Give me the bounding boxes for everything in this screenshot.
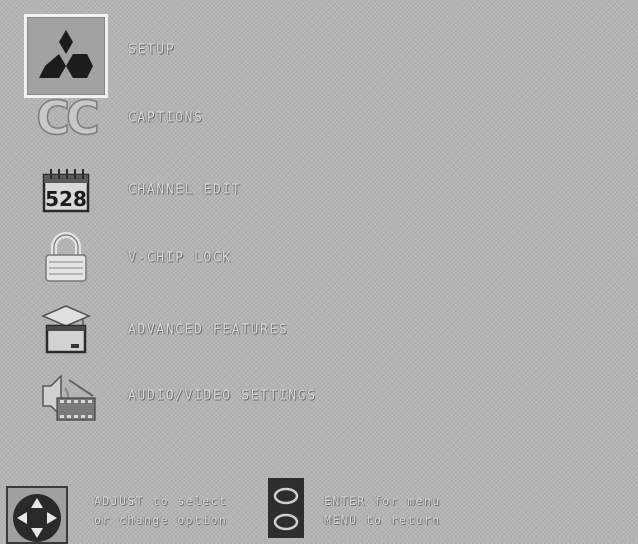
svg-text:528: 528 (45, 187, 87, 211)
dpad-icon (6, 486, 68, 544)
menu-item-v-chip-lock[interactable]: V-CHIP LOCK (20, 228, 620, 288)
help-bar: ADJUST to select or change option ENTER … (0, 478, 638, 544)
adjust-help-line1: ADJUST to select (94, 494, 228, 508)
speaker-film-icon (26, 366, 106, 426)
menu-item-channel-edit[interactable]: 528 CHANNEL EDIT (20, 160, 620, 220)
graduation-cap-box-icon (26, 300, 106, 360)
enter-menu-buttons-icon (268, 478, 304, 538)
mitsubishi-logo-icon (39, 28, 93, 84)
menu-item-setup[interactable]: SETUP (20, 14, 620, 98)
selected-highlight-frame (24, 14, 108, 98)
padlock-icon (26, 228, 106, 288)
menu-label-audio-video-settings: AUDIO/VIDEO SETTINGS (128, 388, 317, 404)
menu-label-setup: SETUP (128, 42, 176, 58)
menu-item-captions[interactable]: CC CAPTIONS (20, 88, 620, 148)
menu-label-advanced-features: ADVANCED FEATURES (128, 322, 289, 338)
menu-item-audio-video-settings[interactable]: AUDIO/VIDEO SETTINGS (20, 366, 620, 426)
adjust-help-text: ADJUST to select or change option (94, 492, 227, 530)
channel-calendar-icon: 528 (26, 160, 106, 220)
cc-icon: CC (35, 90, 100, 146)
adjust-help-line2: or change option (94, 513, 228, 527)
enter-help-text: ENTER for menu MENU to return (324, 492, 441, 530)
menu-item-advanced-features[interactable]: ADVANCED FEATURES (20, 300, 620, 360)
menu-label-channel-edit: CHANNEL EDIT (128, 182, 242, 198)
menu-label-captions: CAPTIONS (128, 110, 204, 126)
enter-help-line2: MENU to return (324, 513, 441, 527)
enter-help-line1: ENTER for menu (324, 494, 441, 508)
menu-label-v-chip-lock: V-CHIP LOCK (128, 250, 232, 266)
